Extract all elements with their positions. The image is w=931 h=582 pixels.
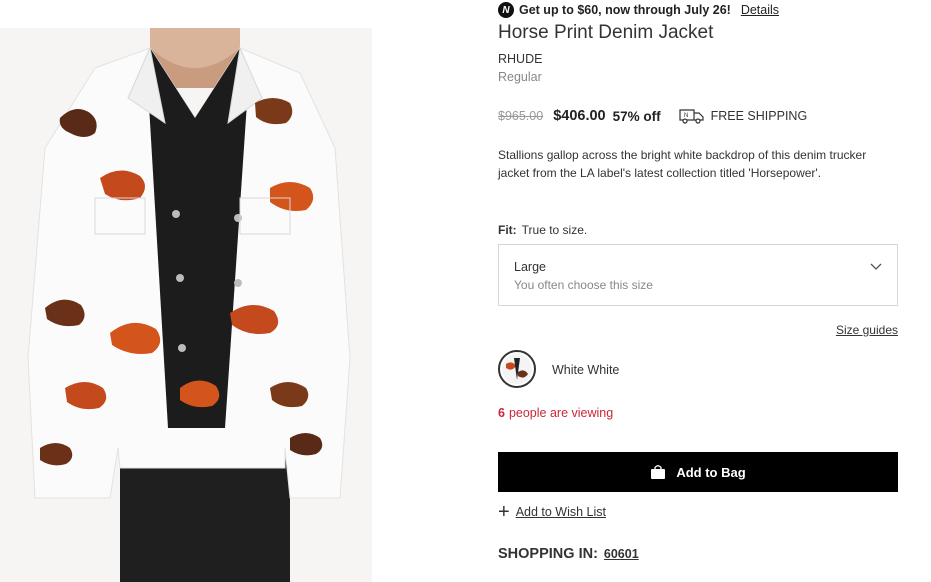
plus-icon: + [498,501,510,523]
size-guides-link[interactable]: Size guides [836,323,898,337]
price-row: $965.00 $406.00 57% off N FREE SHIPPING [498,108,807,124]
shopping-in-label: SHOPPING IN: [498,546,598,562]
product-description: Stallions gallop across the bright white… [498,148,867,180]
brand-link[interactable]: RHUDE [498,52,542,66]
selected-size: Large [514,260,546,274]
color-name: White White [552,363,620,377]
add-to-wish-list-link[interactable]: + Add to Wish List [498,501,607,523]
jacket-photo [0,28,372,582]
product-image[interactable] [0,28,372,582]
svg-text:N: N [684,113,688,119]
add-to-bag-label: Add to Bag [676,464,746,480]
promo-banner: N Get up to $60, now through July 26! De… [498,2,779,18]
discount-percent: 57% off [612,108,661,124]
fit-type-label: Regular [498,70,542,84]
promo-details-link[interactable]: Details [741,3,779,17]
sale-price: $406.00 [553,108,606,124]
truck-icon: N [679,109,704,124]
wish-list-label: Add to Wish List [515,505,607,519]
shopping-bag-icon [651,465,666,479]
fit-value: True to size. [521,223,588,237]
add-to-bag-button[interactable]: Add to Bag [498,452,898,492]
viewing-text: people are viewing [508,406,614,420]
swatch-thumbnail [502,354,532,384]
viewing-count: 6 people are viewing [498,406,613,420]
size-hint: You often choose this size [514,278,653,292]
product-title: Horse Print Denim Jacket [498,22,714,43]
shopping-location: SHOPPING IN: 60601 [498,546,639,562]
color-swatch-white[interactable] [498,350,536,388]
free-shipping: N FREE SHIPPING [679,108,808,124]
free-shipping-label: FREE SHIPPING [710,109,808,123]
chevron-down-icon [870,263,882,270]
promo-text: Get up to $60, now through July 26! [519,3,731,17]
nordy-badge-icon: N [498,2,514,18]
fit-info: Fit: True to size. [498,223,587,237]
size-dropdown[interactable]: Large You often choose this size [498,244,898,306]
viewer-count: 6 [498,406,505,420]
original-price: $965.00 [498,109,544,123]
zip-code-link[interactable]: 60601 [604,547,639,561]
fit-label: Fit: [498,223,517,237]
